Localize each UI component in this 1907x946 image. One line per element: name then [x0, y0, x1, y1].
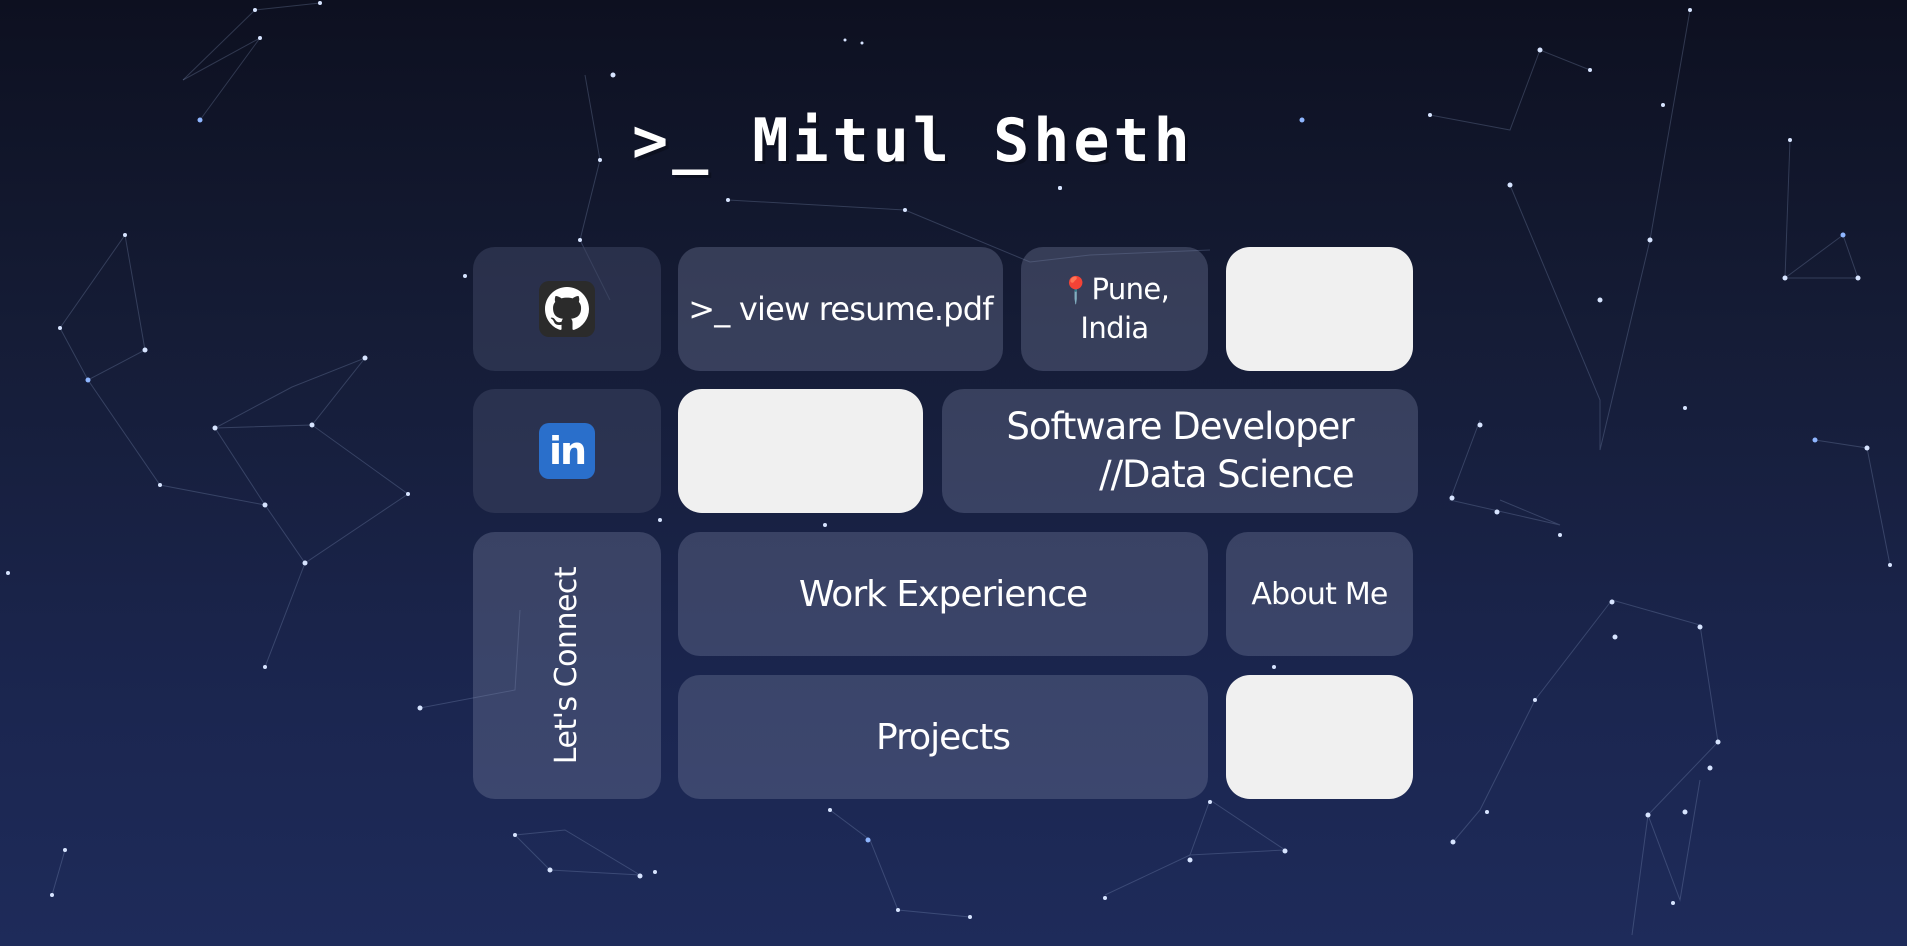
github-icon: [539, 281, 595, 337]
lets-connect-tile[interactable]: Let's Connect: [473, 532, 661, 799]
view-resume-label: >_ view resume.pdf: [688, 290, 993, 328]
page-title: >_ Mitul Sheth: [632, 106, 1194, 176]
blank-tile-top-right: [1226, 247, 1413, 371]
linkedin-tile[interactable]: in: [473, 389, 661, 513]
work-experience-label: Work Experience: [798, 573, 1088, 615]
blank-tile-middle: [678, 389, 923, 513]
role-text: Software Developer //Data Science: [1006, 403, 1354, 499]
location-country: India: [1080, 311, 1149, 345]
role-line-2: //Data Science: [1099, 453, 1354, 496]
role-line-1: Software Developer: [1006, 405, 1354, 448]
github-tile[interactable]: [473, 247, 661, 371]
projects-button[interactable]: Projects: [678, 675, 1208, 799]
work-experience-button[interactable]: Work Experience: [678, 532, 1208, 656]
location-tile: 📍Pune, India: [1021, 247, 1208, 371]
location-city: Pune,: [1091, 272, 1170, 306]
projects-label: Projects: [876, 716, 1011, 758]
about-me-label: About Me: [1251, 576, 1388, 612]
lets-connect-label: Let's Connect: [549, 566, 585, 765]
role-tile: Software Developer //Data Science: [942, 389, 1418, 513]
view-resume-button[interactable]: >_ view resume.pdf: [678, 247, 1003, 371]
linkedin-icon: in: [539, 423, 595, 479]
pin-icon: 📍: [1059, 276, 1092, 306]
about-me-button[interactable]: About Me: [1226, 532, 1413, 656]
blank-tile-bottom-right: [1226, 675, 1413, 799]
location-text: 📍Pune, India: [1060, 271, 1170, 347]
